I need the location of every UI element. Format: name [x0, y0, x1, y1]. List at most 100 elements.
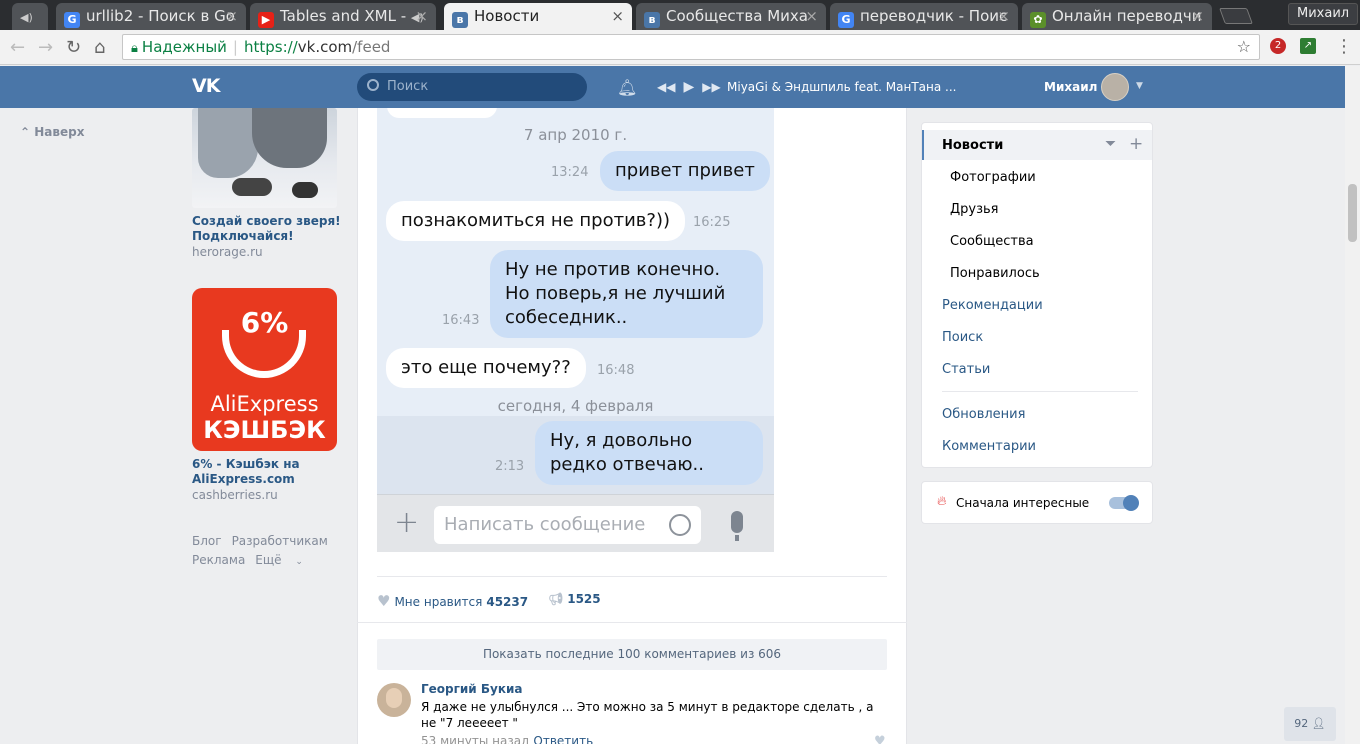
- ad-block[interactable]: Создай своего зверя! Подключайся! herora…: [192, 108, 342, 259]
- menu-item-friends[interactable]: Друзья: [950, 202, 999, 217]
- like-button[interactable]: ♥ Мне нравится 45237: [377, 592, 528, 610]
- back-to-top[interactable]: ⌃ Наверх: [20, 125, 84, 139]
- fire-icon: 🔥︎: [937, 494, 947, 509]
- tab-0[interactable]: Gurllib2 - Поиск в Go ×: [56, 3, 246, 30]
- bookmark-star-icon[interactable]: ☆: [1237, 37, 1251, 56]
- online-friends-button[interactable]: 92 👤︎: [1284, 707, 1336, 741]
- footer-link-blog[interactable]: Блог: [192, 534, 222, 548]
- message-time: 16:48: [597, 363, 635, 378]
- filter-icon[interactable]: ⏷: [1105, 136, 1116, 152]
- google-icon: G: [64, 12, 80, 28]
- menu-item-liked[interactable]: Понравилось: [950, 266, 1040, 281]
- date-separator: 7 апр 2010 г.: [523, 126, 628, 144]
- avatar[interactable]: [1101, 73, 1129, 101]
- comment-text: Я даже не улыбнулся ... Это можно за 5 м…: [421, 700, 874, 730]
- comment-author[interactable]: Георгий Букиа: [421, 682, 523, 696]
- add-icon[interactable]: +: [1129, 134, 1143, 154]
- close-icon[interactable]: ×: [997, 7, 1010, 25]
- toggle-switch[interactable]: [1109, 495, 1139, 511]
- message-bubble: это еще почему??: [386, 348, 586, 388]
- tab-4[interactable]: Gпереводчик - Поис ×: [830, 3, 1018, 30]
- tab-3[interactable]: в Сообщества Миха ×: [636, 3, 826, 30]
- footer-link-more[interactable]: Ещё ⌄: [255, 553, 313, 567]
- message-time: 2:13: [495, 459, 525, 474]
- tab-1[interactable]: ▶ Tables and XML - ◀) ×: [250, 3, 436, 30]
- search-input[interactable]: Поиск: [357, 73, 587, 101]
- browser-profile[interactable]: Михаил: [1288, 3, 1359, 25]
- tab-5[interactable]: ✿ Онлайн переводчи ×: [1022, 3, 1212, 30]
- close-icon[interactable]: ×: [805, 7, 818, 25]
- ad-title[interactable]: Создай своего зверя! Подключайся!: [192, 214, 342, 244]
- url-field[interactable]: 🔒︎ Надежный | https://vk.com/feed ☆: [122, 34, 1260, 60]
- home-icon[interactable]: ⌂: [94, 37, 105, 58]
- message-composer: + Написать сообщение: [377, 494, 774, 552]
- divider: [377, 576, 887, 577]
- ad-image[interactable]: [192, 108, 337, 208]
- divider: [357, 622, 907, 623]
- megaphone-icon: 📢︎: [548, 592, 564, 606]
- microphone-icon: [731, 511, 743, 533]
- menu-item-communities[interactable]: Сообщества: [950, 234, 1034, 249]
- new-tab-button[interactable]: [1219, 8, 1253, 24]
- menu-item-updates[interactable]: Обновления: [942, 407, 1025, 422]
- message-bubble: Ну не против конечно. Но поверь,я не луч…: [490, 250, 763, 338]
- comment-meta: 53 минуты назад Ответить: [421, 734, 593, 744]
- bell-icon[interactable]: 🔔︎: [617, 78, 637, 97]
- close-icon[interactable]: ×: [415, 7, 428, 25]
- ad-block[interactable]: 6% AliExpress КЭШБЭК 6% - Кэшбэк на AliE…: [192, 288, 342, 502]
- extension-icon[interactable]: ↗: [1300, 38, 1316, 54]
- reply-link[interactable]: Ответить: [533, 734, 593, 744]
- footer-link-ads[interactable]: Реклама: [192, 553, 245, 567]
- avatar[interactable]: [377, 683, 411, 717]
- close-icon[interactable]: ×: [1191, 7, 1204, 25]
- emoji-icon: [669, 514, 691, 536]
- track-title[interactable]: MiyaGi & Эндшпиль feat. МанТана ...: [727, 80, 956, 94]
- user-name[interactable]: Михаил: [1044, 80, 1097, 94]
- message-bubble: привет привет: [600, 151, 770, 191]
- heart-icon: ♥: [377, 592, 391, 610]
- date-separator: сегодня, 4 февраля: [497, 397, 654, 415]
- extension-icon[interactable]: 2: [1270, 38, 1286, 54]
- menu-item-recommendations[interactable]: Рекомендации: [942, 298, 1043, 313]
- footer-link-dev[interactable]: Разработчикам: [232, 534, 328, 548]
- menu-item-comments[interactable]: Комментарии: [942, 439, 1036, 454]
- scrollbar-thumb[interactable]: [1348, 184, 1357, 242]
- back-icon[interactable]: ←: [10, 37, 25, 58]
- google-icon: G: [838, 12, 854, 28]
- browser-menu-icon[interactable]: ⋮: [1335, 36, 1353, 57]
- message-time: 13:24: [551, 165, 589, 180]
- share-button[interactable]: 📢︎ 1525: [548, 592, 601, 606]
- post-image-chat-screenshot[interactable]: 7 апр 2010 г. привет привет 13:24 познак…: [377, 108, 774, 552]
- close-icon[interactable]: ×: [225, 7, 238, 25]
- divider: [942, 391, 1138, 392]
- message-bubble: познакомиться не против?)): [386, 201, 686, 241]
- chevron-down-icon[interactable]: ▼: [1136, 81, 1143, 91]
- youtube-icon: ▶: [258, 12, 274, 28]
- tab-muted-audio[interactable]: ◀): [12, 3, 48, 30]
- next-icon[interactable]: ▶▶: [702, 80, 720, 94]
- forward-icon[interactable]: →: [38, 37, 53, 58]
- message-time: 16:25: [693, 215, 731, 230]
- play-icon[interactable]: ▶: [683, 79, 694, 95]
- menu-item-news[interactable]: Новости: [942, 138, 1003, 153]
- comment-time[interactable]: 53 минуты назад: [421, 734, 529, 744]
- menu-item-articles[interactable]: Статьи: [942, 362, 990, 377]
- heart-icon[interactable]: ♥: [874, 734, 886, 744]
- previous-icon[interactable]: ◀◀: [657, 80, 675, 94]
- close-icon[interactable]: ×: [611, 7, 624, 25]
- page-scrollbar[interactable]: [1345, 66, 1360, 744]
- translator-icon: ✿: [1030, 12, 1046, 28]
- speaker-icon: ◀): [20, 11, 33, 24]
- menu-item-photos[interactable]: Фотографии: [950, 170, 1036, 185]
- show-more-comments-button[interactable]: Показать последние 100 комментариев из 6…: [377, 639, 887, 670]
- ad-image[interactable]: 6% AliExpress КЭШБЭК: [192, 288, 337, 451]
- interesting-first-toggle[interactable]: 🔥︎ Сначала интересные: [921, 481, 1153, 524]
- vk-logo[interactable]: VK: [192, 75, 220, 97]
- person-icon: 👤︎: [1311, 717, 1326, 730]
- audio-player: ◀◀ ▶ ▶▶: [657, 79, 729, 95]
- ad-title[interactable]: 6% - Кэшбэк на AliExpress.com: [192, 457, 342, 487]
- menu-item-search[interactable]: Поиск: [942, 330, 983, 345]
- vk-icon: в: [452, 12, 468, 28]
- reload-icon[interactable]: ↻: [66, 37, 81, 58]
- tab-2[interactable]: в Новости ×: [444, 3, 632, 30]
